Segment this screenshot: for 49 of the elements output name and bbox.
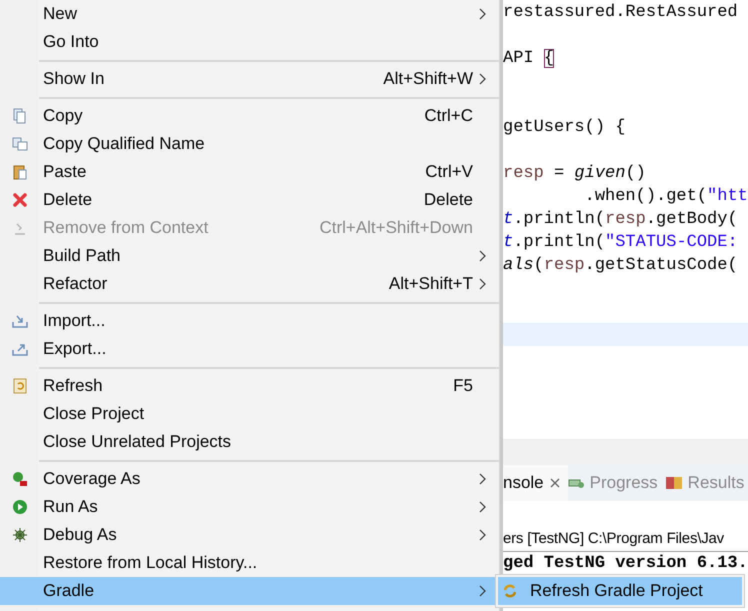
copy-icon (12, 108, 28, 124)
menu-item[interactable]: Debug As (0, 521, 499, 549)
testng-icon (666, 475, 682, 491)
import-icon (12, 313, 28, 329)
menu-item[interactable]: Close Unrelated Projects (0, 428, 499, 456)
run-icon (12, 499, 28, 515)
code-line: restassured.RestAssured (503, 2, 739, 24)
delete-icon (12, 192, 28, 208)
menu-item[interactable]: Refresh F5 (0, 372, 499, 400)
shortcut-text: F5 (453, 376, 473, 396)
console-line: ged TestNG version 6.13. (503, 553, 748, 575)
code-line: getUsers() { (503, 117, 626, 139)
menu-item[interactable]: Copy Ctrl+C (0, 102, 499, 130)
menu-item[interactable]: Import... (0, 307, 499, 335)
menu-item[interactable]: Go Into (0, 28, 499, 56)
menu-item[interactable]: Copy Qualified Name (0, 130, 499, 158)
code-line: t.println(resp.getBody( (503, 209, 739, 231)
menu-item[interactable]: Delete Delete (0, 186, 499, 214)
menu-item[interactable]: Refresh Gradle Project (498, 577, 742, 605)
menu-item[interactable]: Run As (0, 493, 499, 521)
menu-item[interactable]: Export... (0, 335, 499, 363)
shortcut-text: Ctrl+Alt+Shift+Down (319, 218, 473, 238)
shortcut-text: Alt+Shift+T (388, 274, 473, 294)
code-line: resp = given() (503, 163, 647, 185)
menu-item[interactable]: Close Project (0, 400, 499, 428)
code-line: t.println("STATUS-CODE: (503, 232, 739, 254)
menu-item[interactable]: Show In Alt+Shift+W (0, 65, 499, 93)
shortcut-text: Ctrl+C (424, 106, 473, 126)
menu-item[interactable]: Coverage As (0, 465, 499, 493)
view-tab[interactable]: nsole (503, 465, 568, 501)
coverage-icon (12, 471, 28, 487)
menu-item[interactable]: Paste Ctrl+V (0, 158, 499, 186)
menu-item[interactable]: Restore from Local History... (0, 549, 499, 577)
console-header: ers [TestNG] C:\Program Files\Jav (503, 527, 748, 552)
refresh-icon (12, 378, 28, 394)
menu-item[interactable]: New (0, 0, 499, 28)
paste-icon (12, 164, 28, 180)
code-line: .when().get("htt (584, 186, 748, 208)
shortcut-text: Delete (424, 190, 473, 210)
close-icon[interactable] (550, 478, 560, 488)
shortcut-text: Alt+Shift+W (383, 69, 473, 89)
refresh-icon (502, 583, 518, 599)
menu-item[interactable]: Refactor Alt+Shift+T (0, 270, 499, 298)
code-line: API { (503, 48, 556, 70)
shortcut-text: Ctrl+V (425, 162, 473, 182)
menu-item[interactable]: Build Path (0, 242, 499, 270)
copy-icon (12, 136, 28, 152)
bug-icon (12, 527, 28, 543)
code-line: als(resp.getStatusCode( (503, 255, 739, 277)
